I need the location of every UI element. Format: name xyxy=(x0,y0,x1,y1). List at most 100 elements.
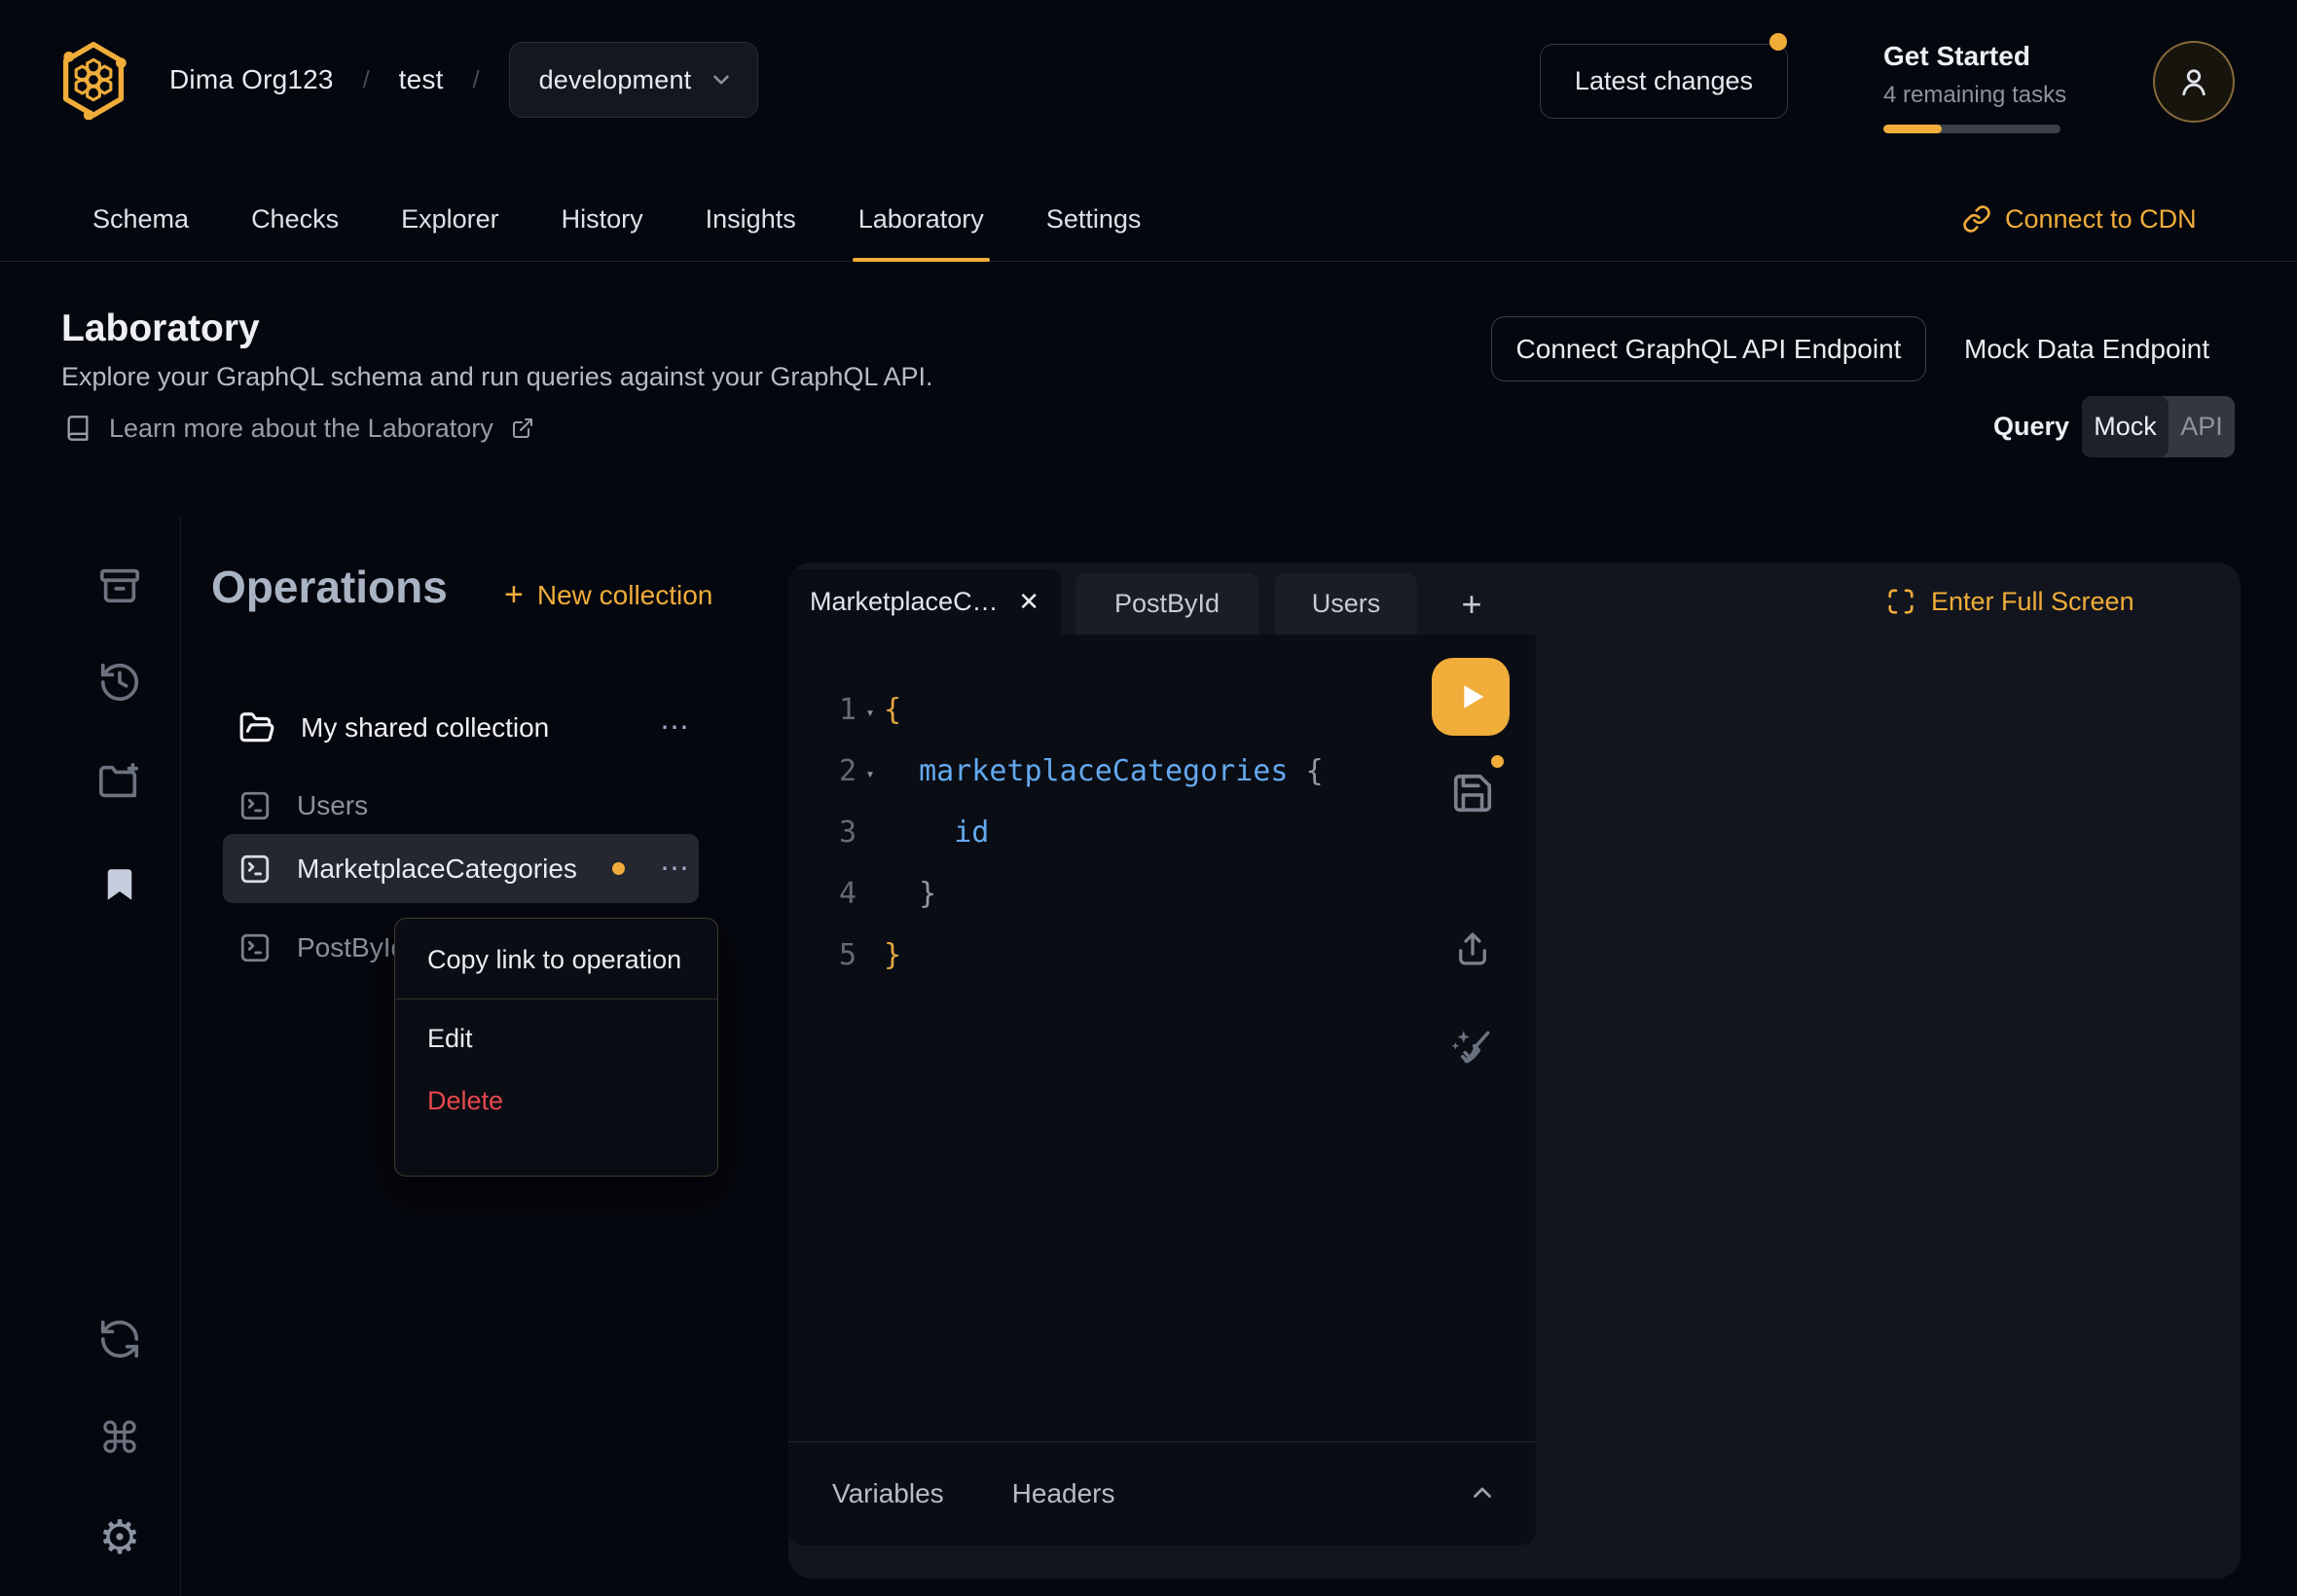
query-editor[interactable]: 1 ▾ { 2 ▾ marketplaceCategories { 3 id 4… xyxy=(788,635,1536,1545)
terminal-icon xyxy=(238,852,272,886)
editor-tab-label: PostById xyxy=(1114,589,1220,619)
breadcrumb-org[interactable]: Dima Org123 xyxy=(169,64,334,95)
code-line: 4 } xyxy=(788,863,1536,925)
expand-icon xyxy=(1886,587,1915,616)
terminal-icon xyxy=(238,931,272,964)
menu-item-delete[interactable]: Delete xyxy=(395,1070,717,1132)
target-dropdown-value: development xyxy=(539,65,692,95)
get-started-progressbar xyxy=(1883,125,2060,133)
unsaved-dot xyxy=(1491,755,1504,768)
app-header: Dima Org123 / test / development Latest … xyxy=(0,0,2297,175)
chevron-down-icon xyxy=(709,67,734,92)
query-mode-toggle[interactable]: Mock API xyxy=(2082,396,2235,457)
editor-tab-label: Users xyxy=(1312,589,1381,619)
laboratory-workspace-panel: MarketplaceC… ✕ PostById Users + Enter F… xyxy=(788,562,2241,1578)
tab-insights[interactable]: Insights xyxy=(706,176,796,262)
more-options-icon[interactable]: ⋯ xyxy=(660,710,691,744)
variables-tab[interactable]: Variables xyxy=(832,1478,944,1509)
menu-item-edit[interactable]: Edit xyxy=(395,1007,717,1070)
chevron-up-icon[interactable] xyxy=(1468,1479,1497,1508)
connect-cdn-label: Connect to CDN xyxy=(2005,204,2197,235)
line-number: 4 xyxy=(788,877,857,911)
query-label: Query xyxy=(1993,396,2069,457)
tab-checks[interactable]: Checks xyxy=(251,176,339,262)
new-collection-button[interactable]: + New collection xyxy=(504,576,712,614)
editor-tab-marketplacecategories[interactable]: MarketplaceC… ✕ xyxy=(788,569,1061,635)
learn-more-label: Learn more about the Laboratory xyxy=(109,414,493,444)
unsaved-dot xyxy=(612,862,625,875)
get-started-subtitle: 4 remaining tasks xyxy=(1883,82,2078,109)
prettify-icon[interactable] xyxy=(1446,1024,1495,1072)
mock-endpoint-button[interactable]: Mock Data Endpoint xyxy=(1964,316,2209,381)
archive-icon[interactable] xyxy=(88,559,152,613)
history-icon[interactable] xyxy=(88,655,152,709)
menu-divider xyxy=(395,998,717,999)
operation-name: MarketplaceCategories xyxy=(297,853,577,885)
operation-name: PostById xyxy=(297,932,406,963)
progress-fill xyxy=(1883,125,1942,133)
operation-row-marketplacecategories[interactable]: MarketplaceCategories ⋯ xyxy=(223,834,699,903)
target-dropdown[interactable]: development xyxy=(509,42,759,118)
operation-context-menu: Copy link to operation Edit Delete xyxy=(394,918,718,1177)
connect-endpoint-button[interactable]: Connect GraphQL API Endpoint xyxy=(1491,316,1926,381)
operation-name: Users xyxy=(297,790,368,821)
new-collection-label: New collection xyxy=(537,580,713,611)
folder-plus-icon[interactable] xyxy=(88,755,152,810)
tab-explorer[interactable]: Explorer xyxy=(401,176,499,262)
operations-title: Operations xyxy=(211,561,448,613)
learn-more-link[interactable]: Learn more about the Laboratory xyxy=(64,413,534,444)
breadcrumb-project[interactable]: test xyxy=(399,64,444,95)
tab-history[interactable]: History xyxy=(562,176,643,262)
fold-caret-icon[interactable]: ▾ xyxy=(857,700,884,721)
toggle-option-mock[interactable]: Mock xyxy=(2082,396,2169,457)
get-started-widget[interactable]: Get Started 4 remaining tasks xyxy=(1883,41,2078,133)
main-nav: Schema Checks Explorer History Insights … xyxy=(0,176,2297,262)
link-icon xyxy=(1962,204,1991,234)
menu-item-copy-link[interactable]: Copy link to operation xyxy=(395,928,717,991)
hive-logo[interactable] xyxy=(56,40,130,120)
book-icon xyxy=(64,413,91,444)
plus-icon: + xyxy=(504,576,524,614)
enter-fullscreen-button[interactable]: Enter Full Screen xyxy=(1886,562,2134,640)
latest-changes-button[interactable]: Latest changes xyxy=(1540,44,1788,119)
headers-tab[interactable]: Headers xyxy=(1012,1478,1115,1509)
play-icon xyxy=(1451,677,1490,716)
tab-schema[interactable]: Schema xyxy=(92,176,189,262)
share-operation-button[interactable] xyxy=(1452,926,1493,971)
breadcrumb-separator: / xyxy=(473,66,480,94)
operation-row-users[interactable]: Users xyxy=(223,771,699,840)
command-icon[interactable]: ⌘ xyxy=(88,1411,152,1466)
user-avatar[interactable] xyxy=(2153,41,2235,123)
toggle-option-api[interactable]: API xyxy=(2169,396,2235,457)
line-number: 5 xyxy=(788,938,857,972)
more-options-icon[interactable]: ⋯ xyxy=(660,852,691,886)
code-line: 3 id xyxy=(788,802,1536,863)
editor-tab-users[interactable]: Users xyxy=(1275,573,1417,635)
folder-open-icon xyxy=(238,709,275,746)
collection-name: My shared collection xyxy=(301,712,549,744)
sync-icon[interactable] xyxy=(88,1312,152,1366)
enter-fullscreen-label: Enter Full Screen xyxy=(1931,587,2134,617)
code-line: 2 ▾ marketplaceCategories { xyxy=(788,741,1536,802)
save-operation-button[interactable] xyxy=(1450,771,1495,816)
run-query-button[interactable] xyxy=(1432,658,1510,736)
connect-cdn-link[interactable]: Connect to CDN xyxy=(1962,176,2197,262)
tab-laboratory[interactable]: Laboratory xyxy=(858,176,984,262)
editor-tab-label: MarketplaceC… xyxy=(810,587,999,617)
gear-icon[interactable]: ⚙ xyxy=(88,1510,152,1565)
page-description: Explore your GraphQL schema and run quer… xyxy=(61,362,932,392)
editor-bottom-bar: Variables Headers xyxy=(788,1441,1536,1545)
code-line: 1 ▾ { xyxy=(788,679,1536,741)
get-started-title: Get Started xyxy=(1883,41,2078,72)
notification-dot xyxy=(1769,33,1787,51)
tab-settings[interactable]: Settings xyxy=(1046,176,1142,262)
collection-header-row[interactable]: My shared collection ⋯ xyxy=(223,693,699,762)
editor-tab-postbyid[interactable]: PostById xyxy=(1076,573,1258,635)
bookmark-icon[interactable] xyxy=(88,857,152,912)
fold-caret-icon[interactable]: ▾ xyxy=(857,761,884,782)
close-icon[interactable]: ✕ xyxy=(1018,587,1039,617)
code-area[interactable]: 1 ▾ { 2 ▾ marketplaceCategories { 3 id 4… xyxy=(788,679,1536,986)
new-tab-button[interactable]: + xyxy=(1442,573,1501,635)
line-number: 3 xyxy=(788,816,857,850)
breadcrumb-separator: / xyxy=(363,66,370,94)
